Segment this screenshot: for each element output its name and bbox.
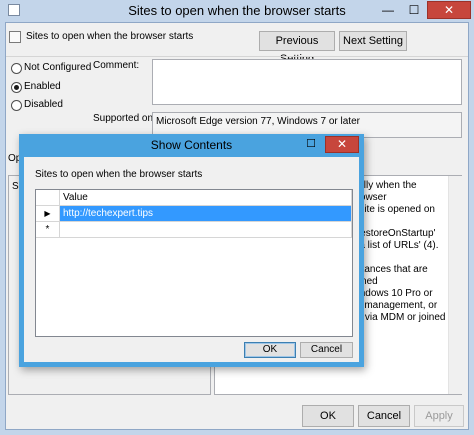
row-header-new[interactable]: * bbox=[36, 222, 60, 238]
enabled-label: Enabled bbox=[24, 81, 61, 92]
column-header-value[interactable]: Value bbox=[60, 190, 352, 206]
help-line: nstances that are joined bbox=[351, 264, 428, 287]
dialog-label: Sites to open when the browser starts bbox=[35, 169, 203, 180]
help-text: ically when the browser o site is opened… bbox=[351, 180, 447, 324]
setting-name: Sites to open when the browser starts bbox=[26, 31, 194, 42]
disabled-radio[interactable] bbox=[11, 100, 22, 111]
help-line: n a list of URLs' (4). bbox=[351, 240, 439, 251]
dialog-close-button[interactable]: ✕ bbox=[325, 136, 359, 153]
dialog-cancel-button[interactable]: Cancel bbox=[300, 342, 353, 358]
grid-corner bbox=[36, 190, 60, 206]
help-line: o site is opened on bbox=[351, 204, 435, 215]
help-line: ically when the browser bbox=[351, 180, 417, 203]
values-grid[interactable]: Value ▶ http://techexpert.tips * bbox=[35, 189, 353, 337]
previous-setting-button[interactable]: Previous Setting bbox=[259, 31, 335, 65]
apply-button[interactable]: Apply bbox=[414, 405, 464, 427]
show-contents-dialog: Show Contents ☐ ✕ Sites to open when the… bbox=[19, 134, 364, 367]
supported-on-label: Supported on: bbox=[93, 113, 156, 124]
row-header-1[interactable]: ▶ bbox=[36, 206, 60, 222]
setting-icon bbox=[9, 31, 21, 43]
dialog-body: Sites to open when the browser starts Va… bbox=[24, 157, 359, 362]
not-configured-radio[interactable] bbox=[11, 63, 22, 74]
header-divider bbox=[6, 56, 468, 57]
maximize-button[interactable]: ☐ bbox=[401, 1, 427, 19]
value-cell-1[interactable]: http://techexpert.tips bbox=[60, 206, 352, 222]
dialog-ok-button[interactable]: OK bbox=[244, 342, 296, 358]
comment-field[interactable] bbox=[152, 59, 462, 105]
disabled-label: Disabled bbox=[24, 99, 63, 110]
help-line bbox=[351, 216, 447, 228]
not-configured-label: Not Configured bbox=[24, 62, 92, 73]
dialog-maximize-button[interactable]: ☐ bbox=[299, 136, 323, 153]
help-line: 'RestoreOnStartup' bbox=[351, 228, 436, 239]
cancel-button[interactable]: Cancel bbox=[358, 405, 410, 427]
help-line: ed via MDM or joined bbox=[351, 312, 446, 323]
close-button[interactable]: ✕ bbox=[427, 1, 471, 19]
help-line: Vindows 10 Pro or bbox=[351, 288, 433, 299]
minimize-button[interactable]: — bbox=[375, 1, 401, 19]
help-line: ce management, or bbox=[351, 300, 438, 311]
next-setting-button[interactable]: Next Setting bbox=[339, 31, 407, 51]
enabled-radio[interactable] bbox=[11, 82, 22, 93]
ok-button[interactable]: OK bbox=[302, 405, 354, 427]
help-scrollbar[interactable] bbox=[448, 176, 462, 394]
comment-label: Comment: bbox=[93, 60, 140, 71]
help-line bbox=[351, 252, 447, 264]
value-cell-new[interactable] bbox=[60, 222, 352, 238]
